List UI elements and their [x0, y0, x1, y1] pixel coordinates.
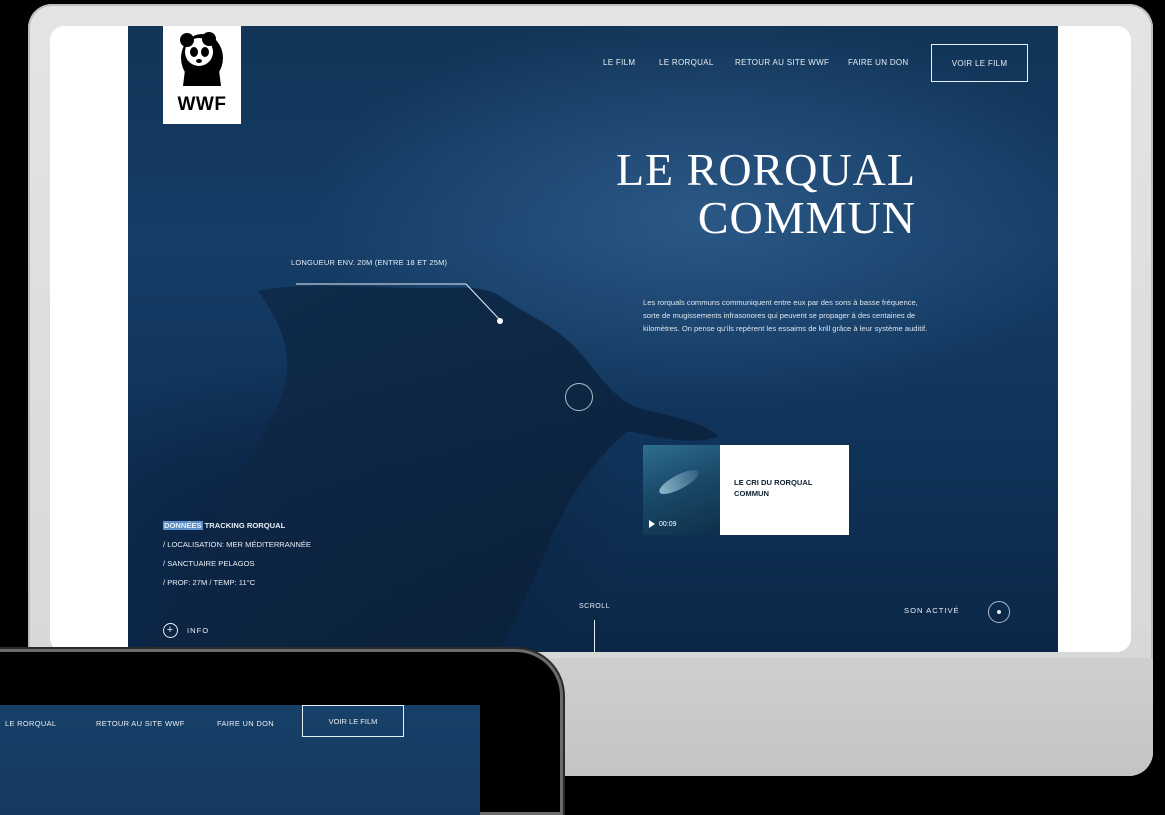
tracking-title-rest: TRACKING RORQUAL	[202, 521, 286, 530]
play-icon	[649, 520, 655, 528]
nav-item-le-rorqual[interactable]: LE RORQUAL	[659, 58, 714, 67]
sound-dot-icon	[997, 610, 1001, 614]
plus-circle-icon: +	[163, 623, 178, 638]
video-thumbnail[interactable]: 00:09	[643, 445, 720, 535]
website-hero: WWF LE FILM LE RORQUAL RETOUR AU SITE WW…	[128, 26, 1058, 652]
page-title: LE RORQUAL COMMUN	[528, 146, 916, 242]
whale-hotspot[interactable]	[565, 383, 593, 411]
monitor-screen: WWF LE FILM LE RORQUAL RETOUR AU SITE WW…	[50, 26, 1131, 652]
tracking-line: / SANCTUAIRE PELAGOS	[163, 559, 255, 568]
sound-toggle-button[interactable]	[988, 601, 1010, 623]
tracking-line: / PROF: 27M / TEMP: 11°C	[163, 578, 256, 587]
info-label: INFO	[187, 626, 210, 635]
scroll-label: SCROLL	[579, 603, 611, 610]
nav-item-retour-wwf[interactable]: RETOUR AU SITE WWF	[735, 58, 829, 67]
tablet-nav-retour-wwf[interactable]: RETOUR AU SITE WWF	[96, 719, 185, 728]
logo-text: WWF	[177, 94, 227, 115]
whale-thumbnail-shape	[656, 465, 702, 499]
play-control[interactable]: 00:09	[649, 520, 677, 528]
video-card[interactable]: 00:09 LE CRI DU RORQUAL COMMUN	[643, 445, 849, 535]
tracking-data: DONNÉES TRACKING RORQUAL / LOCALISATION:…	[163, 516, 311, 592]
voir-le-film-button[interactable]: VOIR LE FILM	[931, 44, 1028, 82]
hero-description: Les rorquals communs communiquent entre …	[643, 298, 928, 333]
tablet-nav-le-rorqual[interactable]: LE RORQUAL	[5, 719, 56, 728]
tracking-line: / LOCALISATION: MER MÉDITERRANNÉE	[163, 540, 311, 549]
nav-item-le-film[interactable]: LE FILM	[603, 58, 635, 67]
title-line-1: LE RORQUAL	[615, 144, 916, 195]
length-annotation: LONGUEUR ENV. 20M (ENTRE 18 ET 25M)	[291, 258, 448, 267]
pointer-dot	[497, 318, 503, 324]
sound-label: SON ACTIVÉ	[904, 606, 960, 615]
tracking-title: DONNÉES TRACKING RORQUAL	[163, 516, 311, 535]
title-line-2: COMMUN	[697, 192, 916, 243]
scroll-indicator-line	[594, 620, 595, 652]
info-button[interactable]: + INFO	[163, 623, 209, 638]
nav-item-faire-un-don[interactable]: FAIRE UN DON	[848, 58, 909, 67]
video-duration: 00:09	[659, 520, 677, 528]
top-nav: LE FILM LE RORQUAL RETOUR AU SITE WWF FA…	[128, 58, 1058, 78]
tablet-voir-le-film-button[interactable]: VOIR LE FILM	[302, 705, 404, 737]
tablet-nav-faire-un-don[interactable]: FAIRE UN DON	[217, 719, 274, 728]
video-title: LE CRI DU RORQUAL COMMUN	[720, 445, 849, 535]
tablet-screen: LE RORQUAL RETOUR AU SITE WWF FAIRE UN D…	[0, 705, 480, 815]
tablet-device: LE RORQUAL RETOUR AU SITE WWF FAIRE UN D…	[0, 652, 560, 815]
tracking-title-highlight: DONNÉES	[163, 521, 203, 530]
